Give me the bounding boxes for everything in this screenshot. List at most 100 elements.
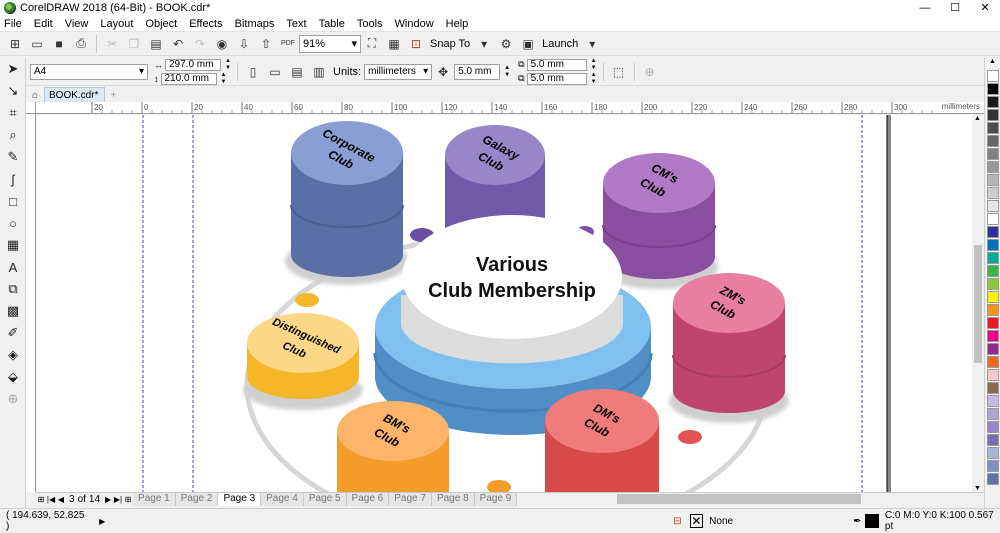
color-swatch[interactable] — [987, 239, 999, 251]
menu-file[interactable]: File — [0, 17, 28, 31]
height-spinner[interactable]: ▲ ▼ — [219, 72, 229, 86]
zoom-tool-icon[interactable]: ⌕ — [0, 124, 26, 146]
outline-pen-icon[interactable]: ✒ — [853, 516, 861, 527]
text-tool-icon[interactable]: A — [0, 256, 26, 278]
ruler-origin[interactable] — [26, 102, 36, 114]
cut-icon[interactable]: ✂ — [103, 35, 121, 53]
cylinder-bms-club[interactable]: BM's Club — [337, 401, 449, 492]
rectangle-tool-icon[interactable]: □ — [0, 190, 26, 212]
undo-icon[interactable]: ↶ — [169, 35, 187, 53]
color-swatch[interactable] — [987, 252, 999, 264]
color-swatch[interactable] — [987, 382, 999, 394]
color-swatch[interactable] — [987, 317, 999, 329]
color-swatch[interactable] — [987, 148, 999, 160]
publish-pdf-icon[interactable]: PDF — [279, 35, 297, 53]
document-tab-book[interactable]: BOOK.cdr* — [44, 87, 106, 102]
launch-icon[interactable]: ▣ — [519, 35, 537, 53]
color-swatch[interactable] — [987, 343, 999, 355]
vertical-ruler[interactable] — [26, 114, 36, 492]
page-navigator-icon[interactable]: ⊞ — [36, 495, 46, 504]
crop-tool-icon[interactable]: ⌗ — [0, 102, 26, 124]
menu-table[interactable]: Table — [313, 17, 351, 31]
color-swatch[interactable] — [987, 330, 999, 342]
paste-icon[interactable]: ▤ — [147, 35, 165, 53]
horizontal-ruler[interactable]: 20 0 20 40 60 80 100 120 140 160 180 200 220 240 260 28… — [36, 102, 984, 114]
vertical-scrollbar-thumb[interactable] — [974, 245, 982, 363]
color-swatch[interactable] — [987, 473, 999, 485]
menu-effects[interactable]: Effects — [183, 17, 228, 31]
menu-edit[interactable]: Edit — [28, 17, 59, 31]
status-arrow-icon[interactable]: ▶ — [99, 517, 105, 526]
pattern-fill-tool-icon[interactable]: ▩ — [0, 300, 26, 322]
horizontal-scrollbar-thumb[interactable] — [617, 494, 861, 504]
menu-tools[interactable]: Tools — [351, 17, 389, 31]
first-page-icon[interactable]: |◀ — [46, 495, 56, 504]
open-folder-icon[interactable]: ▭ — [28, 35, 46, 53]
new-document-icon[interactable]: ⊞ — [6, 35, 24, 53]
maximize-button[interactable]: ☐ — [940, 0, 970, 16]
color-swatch[interactable] — [987, 408, 999, 420]
color-swatch[interactable] — [987, 109, 999, 121]
launch-button[interactable]: Launch — [542, 38, 578, 50]
color-swatch[interactable] — [987, 200, 999, 212]
duplicate-x-input[interactable]: 5.0 mm — [526, 58, 587, 71]
parallel-dimension-tool-icon[interactable]: ⧉ — [0, 278, 26, 300]
page-tab[interactable]: Page 2 — [175, 493, 219, 506]
width-spinner[interactable]: ▲ ▼ — [223, 58, 233, 72]
color-swatch[interactable] — [987, 135, 999, 147]
outline-color-swatch[interactable] — [865, 514, 879, 528]
close-button[interactable]: ✕ — [970, 0, 1000, 16]
treat-as-filled-icon[interactable]: ⬚ — [610, 63, 628, 81]
landscape-icon[interactable]: ▭ — [266, 63, 284, 81]
color-swatch[interactable] — [987, 96, 999, 108]
fill-color-icon[interactable]: ⊟ — [673, 516, 681, 527]
menu-help[interactable]: Help — [440, 17, 475, 31]
page-tab[interactable]: Page 4 — [261, 493, 304, 506]
interactive-fill-tool-icon[interactable]: ◈ — [0, 344, 26, 366]
color-swatch[interactable] — [987, 187, 999, 199]
scroll-down-icon[interactable]: ▼ — [974, 485, 981, 492]
color-swatch[interactable] — [987, 395, 999, 407]
color-swatch[interactable] — [987, 421, 999, 433]
color-swatch[interactable] — [987, 447, 999, 459]
full-screen-preview-icon[interactable]: ⛶ — [363, 35, 381, 53]
next-page-icon[interactable]: ▶ — [103, 495, 113, 504]
page-tab[interactable]: Page 8 — [431, 493, 475, 506]
vertical-scrollbar[interactable]: ▲ ▼ — [972, 115, 984, 492]
cylinder-zms-club[interactable]: ZM's Club — [669, 273, 789, 423]
menu-window[interactable]: Window — [389, 17, 440, 31]
menu-layout[interactable]: Layout — [94, 17, 139, 31]
eyedropper-tool-icon[interactable]: ✐ — [0, 322, 26, 344]
color-swatch[interactable] — [987, 304, 999, 316]
color-swatch[interactable] — [987, 369, 999, 381]
ellipse-tool-icon[interactable]: ○ — [0, 212, 26, 234]
all-pages-icon[interactable]: ▤ — [288, 63, 306, 81]
snap-to-button[interactable]: Snap To — [430, 38, 470, 50]
units-combo[interactable]: millimeters ▾ — [364, 63, 433, 80]
page-tab[interactable]: Page 6 — [346, 493, 390, 506]
page-tab-active[interactable]: Page 3 — [218, 493, 262, 506]
freehand-tool-icon[interactable]: ✎ — [0, 146, 26, 168]
page-height-input[interactable]: 210.0 mm — [160, 72, 217, 85]
options-gear-icon[interactable]: ⚙ — [497, 35, 515, 53]
current-page-icon[interactable]: ▥ — [310, 63, 328, 81]
export-icon[interactable]: ⇧ — [257, 35, 275, 53]
polygon-tool-icon[interactable]: ▦ — [0, 234, 26, 256]
snap-to-icon[interactable]: ⊡ — [407, 35, 425, 53]
add-page-icon[interactable]: ⊞ — [123, 495, 133, 504]
home-icon[interactable]: ⌂ — [28, 88, 42, 102]
artistic-media-tool-icon[interactable]: ʃ — [0, 168, 26, 190]
nudge-spinner[interactable]: ▲ ▼ — [502, 65, 512, 79]
previous-page-icon[interactable]: ◀ — [56, 495, 66, 504]
save-icon[interactable]: ■ — [50, 35, 68, 53]
zoom-level-combo[interactable]: 91% ▾ — [299, 34, 361, 53]
add-tool-icon[interactable]: ⊕ — [0, 388, 26, 410]
page-tab[interactable]: Page 5 — [303, 493, 347, 506]
color-swatch[interactable] — [987, 70, 999, 82]
page-size-combo[interactable]: A4 ▾ — [30, 63, 148, 80]
last-page-icon[interactable]: ▶| — [113, 495, 123, 504]
palette-scroll-up-icon[interactable]: ▲ — [985, 58, 1000, 70]
color-swatch[interactable] — [987, 434, 999, 446]
color-swatch[interactable] — [987, 226, 999, 238]
page-tab[interactable]: Page 9 — [474, 493, 518, 506]
